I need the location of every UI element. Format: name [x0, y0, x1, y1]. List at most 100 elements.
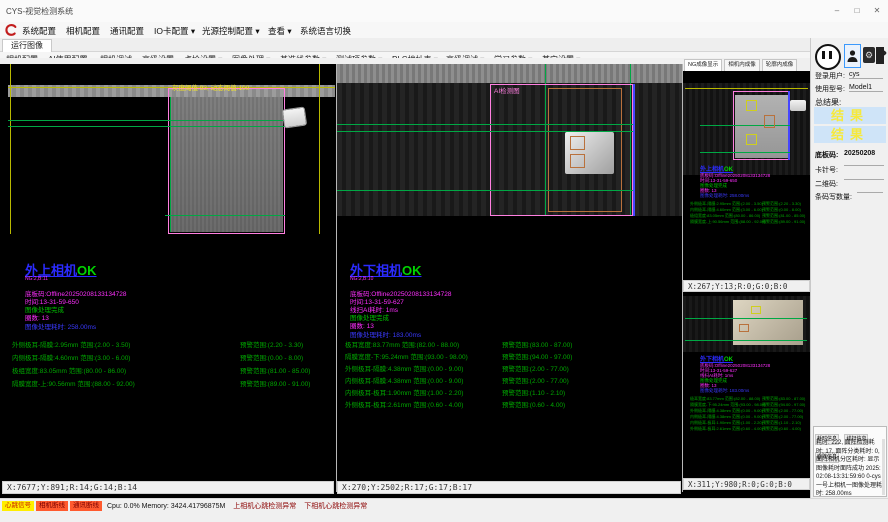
- qr-code-label: 二维码:: [815, 179, 838, 189]
- main-camera-area: 灰度阈值:93, 动态阈值:100 外上相机OK NG:2,B:11 底板码:O…: [0, 58, 810, 498]
- pin-number-label: 卡针号:: [815, 165, 838, 175]
- info-box: 耗时信息 线扫信息 面阵信息 耗时: 222, 面阵检测耗时: 17, 面阵分类…: [813, 426, 887, 497]
- mini-view-bottom[interactable]: 外下相机OK 底板码:Offline20250208133134728 时间:1…: [683, 292, 810, 478]
- app-logo-icon: [4, 23, 18, 37]
- menu-item-comm-config[interactable]: 通讯配置: [110, 25, 144, 37]
- connector-blob: [282, 106, 307, 128]
- measurement-value: 内侧极耳-隔膜:4.60mm 范围:(3.00 - 6.00): [12, 352, 130, 362]
- overlay-orange-rect: [570, 154, 585, 168]
- user-icon: [847, 49, 858, 63]
- overlay-orange-rect: [570, 136, 585, 150]
- measurement-value: 内侧极耳-隔膜:4.38mm 范围:(0.00 - 9.00): [345, 375, 463, 385]
- exit-door-icon: [875, 46, 888, 65]
- result-box-lower: 结果: [814, 126, 886, 143]
- measurement-warn: 预警范围:(89.00 - 91.00): [762, 219, 805, 225]
- overlay-pink-rect: [168, 88, 285, 234]
- pause-icon: [822, 51, 825, 59]
- qr-code-value: [844, 179, 884, 180]
- menu-item-light-config[interactable]: 光源控制配置 ▾: [202, 25, 260, 37]
- menu-item-view[interactable]: 查看 ▾: [268, 25, 292, 37]
- result-sub-text: NG:2,B:10: [350, 276, 373, 282]
- measurement-value: 外侧极耳-极耳:2.61mm 范围:(0.60 - 4.00): [690, 426, 763, 432]
- measurement-warn: 预警范围:(83.00 - 87.00): [502, 339, 572, 349]
- measurement-value: 隔膜宽度-下:95.24mm 范围:(93.00 - 98.00): [345, 351, 468, 361]
- connector-blob: [790, 100, 806, 111]
- measurement-value: 外侧极耳-隔膜:4.38mm 范围:(0.00 - 9.00): [345, 363, 463, 373]
- overlay-yellow-rect: [746, 134, 757, 145]
- gear-icon: ⚙: [865, 50, 873, 60]
- barcode-count-label: 条码写数量:: [815, 192, 852, 202]
- coordinate-bar-mini-bottom: X:311;Y:980;R:0;G:0;B:0: [683, 478, 810, 490]
- login-user-label: 登录用户:: [815, 71, 845, 81]
- measurement-warn: 预警范围:(0.60 - 4.00): [502, 399, 565, 409]
- tabstrip: 运行图像: [0, 38, 888, 52]
- result-ok-text: OK: [77, 263, 97, 278]
- lower-camera-warning: 下相机心跳检测异常: [304, 501, 367, 511]
- user-button[interactable]: [844, 44, 861, 68]
- pin-number-value: [844, 165, 884, 166]
- barcode-count-value: [857, 192, 883, 193]
- overlay-orange-rect: [739, 324, 749, 332]
- model-value: Model1: [849, 84, 883, 92]
- settings-button[interactable]: ⚙: [863, 47, 875, 63]
- login-user-value: cys: [849, 71, 883, 79]
- comm-offline-badge: 通讯断线: [70, 501, 102, 511]
- measurement-value: 极耳宽度:83.77mm 范围:(82.00 - 88.00): [345, 339, 459, 349]
- measurement-warn: 预警范围:(0.60 - 4.00): [762, 426, 801, 432]
- camera-offline-badge: 相机断线: [36, 501, 68, 511]
- overlay-green-line: [700, 152, 790, 153]
- ai-image-label: AI检测图: [494, 85, 520, 95]
- close-button[interactable]: ✕: [868, 4, 886, 18]
- measurement-value: 内侧极耳-极耳:1.90mm 范围:(1.00 - 2.20): [345, 387, 463, 397]
- coordinate-bar-mid: X:270;Y:2502;R:17;G:17;B:17: [337, 481, 681, 494]
- elapsed-line: 图像处理耗时: 183.00ms: [700, 388, 749, 394]
- minimize-button[interactable]: –: [828, 4, 846, 18]
- overlay-orange-rect: [764, 115, 775, 128]
- board-code-value: 20250208: [844, 150, 875, 157]
- maximize-button[interactable]: □: [848, 4, 866, 18]
- overlay-green-line: [685, 318, 807, 319]
- coordinate-bar-mini-top: X:267;Y:13;R:0;G:0;B:0: [683, 280, 810, 292]
- mini-view-top[interactable]: 外上相机OK 底板码:Offline20250208133134728 时间:1…: [683, 71, 810, 280]
- measurement-warn: 预警范围:(94.00 - 97.00): [502, 351, 572, 361]
- result-ok-text: OK: [402, 263, 422, 278]
- exit-button[interactable]: [875, 46, 888, 65]
- overlay-yellow-line: [319, 64, 320, 234]
- overlay-green-line: [685, 340, 807, 341]
- coordinate-bar-left: X:7677;Y:891;R:14;G:14;B:14: [2, 481, 334, 494]
- measurement-warn: 预警范围:(89.00 - 91.00): [240, 378, 310, 388]
- menu-item-language[interactable]: 系统语言切换: [300, 25, 351, 37]
- mini-view-tabs: NG成像显示 相机内成像 轮廓内成像: [683, 58, 810, 72]
- measurement-warn: 预警范围:(2.00 - 77.00): [502, 375, 569, 385]
- pause-button[interactable]: [815, 44, 841, 70]
- pause-icon: [829, 51, 832, 59]
- statusbar: 心跳信号 相机断线 通讯断线 Cpu: 0.0% Memory: 3424.41…: [0, 498, 888, 513]
- window-controls: – □ ✕: [828, 4, 886, 18]
- result-box-upper: 结果: [814, 107, 886, 124]
- camera-view-upper[interactable]: 灰度阈值:93, 动态阈值:100 外上相机OK NG:2,B:11 底板码:O…: [0, 64, 336, 492]
- measurement-value: 隔膜宽度-上:90.56mm 范围:(88.00 - 92.00): [12, 378, 135, 388]
- elapsed-line: 图像处理耗时: 183.00ms: [350, 329, 421, 339]
- camera-view-lower[interactable]: AI检测图 外下相机OK NG:2,B:10 底板码:Offline202502…: [337, 64, 682, 492]
- board-code-label: 底板码:: [815, 150, 838, 160]
- elapsed-line: 图像处理耗时: 258.00ms: [700, 193, 749, 199]
- overlay-green-line: [700, 125, 790, 126]
- upper-camera-warning: 上相机心跳检测异常: [233, 501, 296, 511]
- measurement-warn: 预警范围:(2.00 - 77.00): [502, 363, 569, 373]
- titlebar: CYS-视觉检测系统 – □ ✕: [0, 0, 888, 23]
- overlay-green-line: [165, 215, 285, 216]
- tab-run-image[interactable]: 运行图像: [2, 39, 52, 52]
- overlay-yellow-rect: [746, 100, 757, 111]
- app-window: CYS-视觉检测系统 – □ ✕ 系统配置 相机配置 通讯配置 IO卡配置 ▾ …: [0, 0, 888, 522]
- menu-item-camera-config[interactable]: 相机配置: [66, 25, 100, 37]
- menu-item-io-config[interactable]: IO卡配置 ▾: [154, 25, 195, 37]
- measurement-value: 外侧极耳-极耳:2.61mm 范围:(0.60 - 4.00): [345, 399, 463, 409]
- measurement-value: 极组宽度:83.05mm 范围:(80.00 - 86.00): [12, 365, 126, 375]
- info-scrollbar[interactable]: [882, 439, 885, 495]
- measurement-warn: 预警范围:(81.00 - 85.00): [240, 365, 310, 375]
- overlay-green-line: [8, 120, 285, 121]
- menu-item-system-config[interactable]: 系统配置: [22, 25, 56, 37]
- overlay-yellow-rect: [751, 306, 761, 314]
- menubar: 系统配置 相机配置 通讯配置 IO卡配置 ▾ 光源控制配置 ▾ 查看 ▾ 系统语…: [0, 22, 888, 39]
- measurement-warn: 预警范围:(1.10 - 2.10): [502, 387, 565, 397]
